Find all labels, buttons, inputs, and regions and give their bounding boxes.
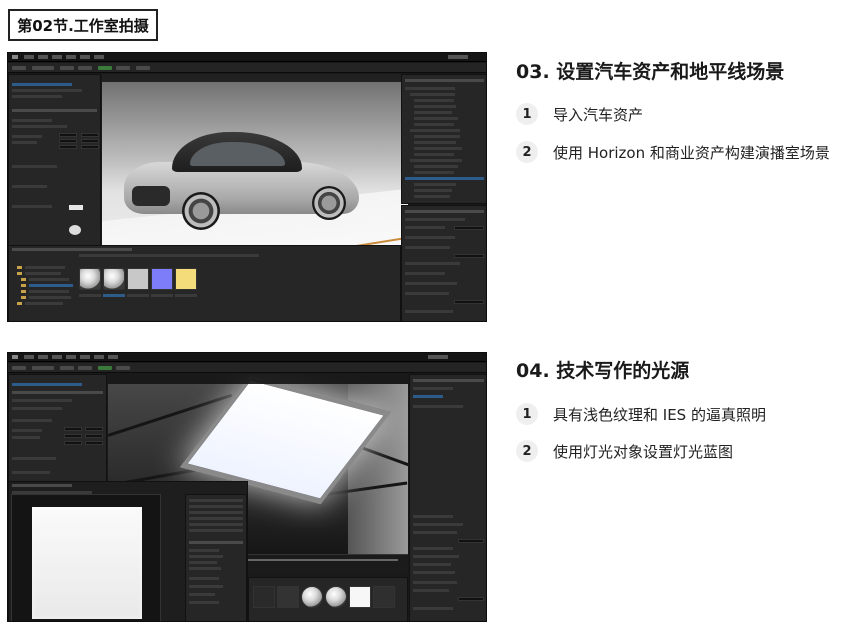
editor-toolbar — [8, 63, 486, 73]
details-panel-right — [409, 374, 486, 621]
list-item: 2 使用灯光对象设置灯光蓝图 — [516, 440, 733, 462]
car-grille — [132, 186, 170, 206]
list-item-text: 使用灯光对象设置灯光蓝图 — [553, 442, 734, 461]
viewport-toolbar — [102, 74, 408, 82]
viewport-toolbar — [108, 374, 408, 384]
number-badge: 1 — [516, 103, 538, 125]
material-blue-thumb[interactable] — [151, 268, 173, 290]
editor-screenshot-light-scene — [7, 352, 487, 622]
details-panel-left — [8, 374, 107, 492]
outliner-panel — [401, 74, 486, 204]
asset-thumb[interactable] — [253, 586, 275, 608]
list-item: 1 导入汽车资产 — [516, 103, 643, 125]
list-item-text: 导入汽车资产 — [553, 105, 644, 124]
texture-details — [185, 494, 247, 621]
editor-screenshot-car-scene — [7, 52, 487, 322]
details-panel-right — [401, 205, 486, 321]
material-sphere-icon[interactable] — [103, 268, 125, 290]
material-sphere-icon[interactable] — [301, 586, 323, 608]
asset-thumb[interactable] — [277, 586, 299, 608]
material-grey-thumb[interactable] — [127, 268, 149, 290]
block-heading-car-scene: 03. 设置汽车资产和地平线场景 — [516, 61, 785, 83]
viewport-car[interactable] — [102, 74, 408, 264]
list-item: 1 具有浅色纹理和 IES 的逼真照明 — [516, 403, 766, 425]
content-browser — [248, 577, 408, 621]
material-sphere-icon — [69, 225, 81, 235]
content-browser — [8, 245, 401, 321]
editor-toolbar — [8, 363, 486, 373]
list-item-text: 使用 Horizon 和商业资产构建演播室场景 — [553, 143, 830, 162]
block-heading-lighting: 04. 技术写作的光源 — [516, 360, 690, 382]
list-item-text: 具有浅色纹理和 IES 的逼真照明 — [553, 405, 766, 424]
section-tag: 第02节.工作室拍摄 — [8, 9, 158, 41]
list-item: 2 使用 Horizon 和商业资产构建演播室场景 — [516, 141, 830, 163]
light-texture-thumb[interactable] — [349, 586, 371, 608]
number-badge: 2 — [516, 141, 538, 163]
texture-swatch — [69, 205, 83, 210]
texture-editor-window — [8, 481, 248, 621]
car-wheel-rear — [312, 186, 346, 220]
number-badge: 1 — [516, 403, 538, 425]
light-texture-preview — [11, 494, 161, 621]
car-wheel-front — [182, 192, 220, 230]
material-sphere-icon[interactable] — [79, 268, 101, 290]
editor-menubar — [8, 53, 486, 62]
asset-thumb[interactable] — [373, 586, 395, 608]
editor-menubar — [8, 353, 486, 362]
material-sphere-icon[interactable] — [325, 586, 347, 608]
number-badge: 2 — [516, 440, 538, 462]
material-yellow-thumb[interactable] — [175, 268, 197, 290]
